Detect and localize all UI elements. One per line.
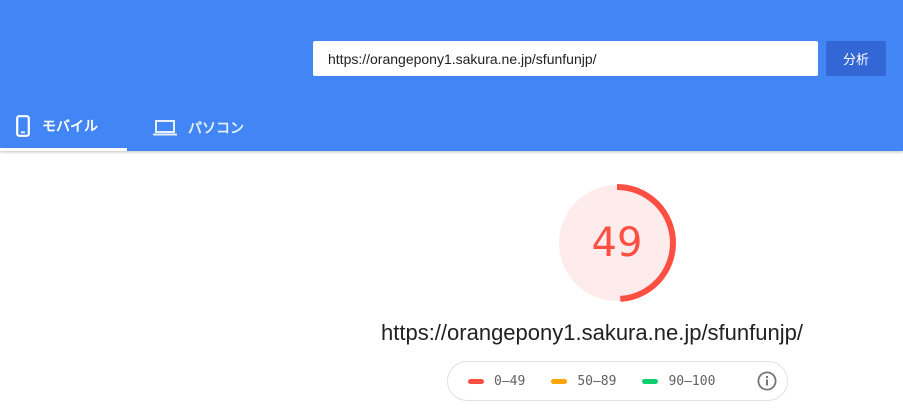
info-icon[interactable] — [757, 371, 777, 391]
legend-swatch-pass — [642, 378, 659, 384]
legend-swatch-fail — [468, 378, 484, 384]
legend-item-average: 50–89 — [551, 374, 616, 389]
legend-item-pass: 90–100 — [642, 374, 715, 389]
score-value: 49 — [591, 220, 643, 266]
legend-label-fail: 0–49 — [494, 373, 526, 389]
legend-label-average: 50–89 — [577, 373, 617, 389]
tab-mobile-label: モバイル — [42, 118, 98, 134]
url-input[interactable] — [313, 41, 818, 76]
tab-desktop[interactable]: パソコン — [127, 104, 267, 151]
tab-desktop-label: パソコン — [188, 119, 244, 136]
analyze-button[interactable]: 分析 — [826, 41, 886, 76]
header-bar: 分析 モバイル パソコン — [0, 0, 903, 151]
score-legend: 0–49 50–89 90–100 — [447, 361, 788, 401]
laptop-icon — [153, 119, 177, 136]
tab-mobile[interactable]: モバイル — [0, 104, 127, 151]
legend-label-pass: 90–100 — [668, 373, 716, 389]
analyzed-page-url: https://orangepony1.sakura.ne.jp/sfunfun… — [381, 320, 803, 345]
legend-swatch-average — [551, 378, 568, 384]
smartphone-icon — [16, 115, 30, 137]
performance-score-gauge: 49 — [556, 182, 678, 304]
legend-item-fail: 0–49 — [468, 374, 525, 389]
